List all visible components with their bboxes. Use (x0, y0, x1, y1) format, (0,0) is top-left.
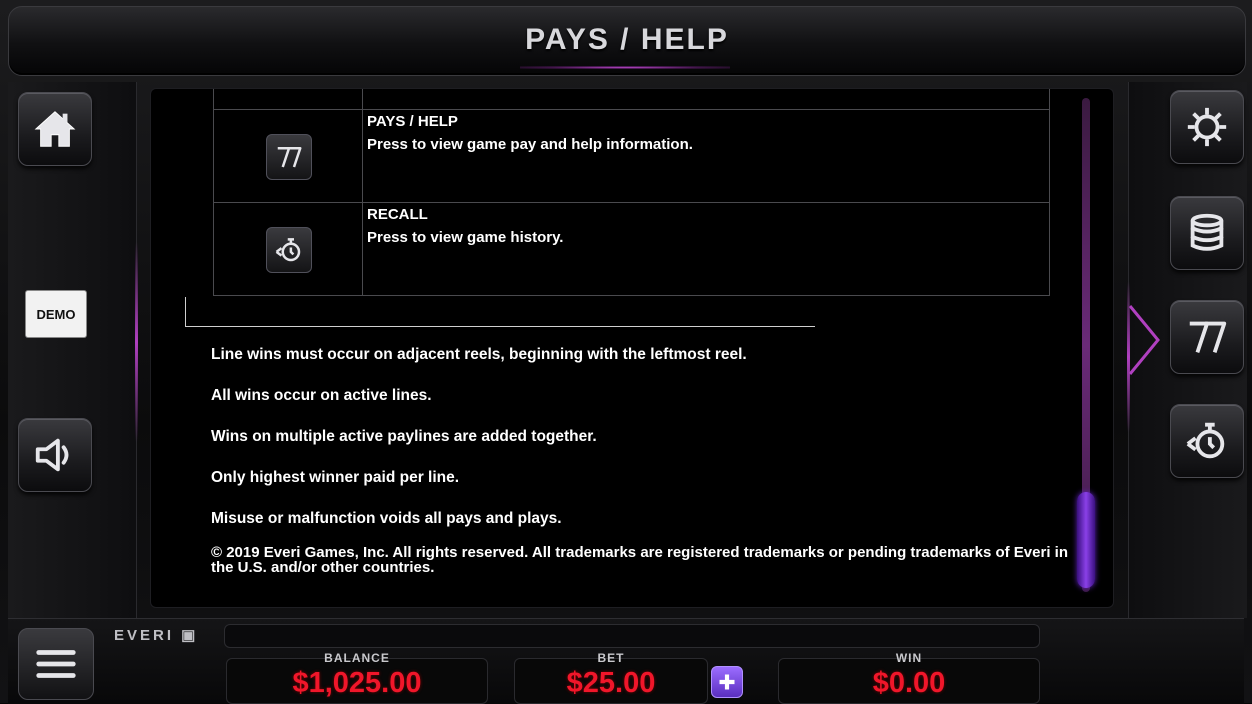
scrollbar-thumb[interactable] (1077, 492, 1095, 588)
settings-button[interactable] (1170, 90, 1244, 164)
demo-badge: DEMO (26, 291, 86, 337)
table-row: PAYS / HELP Press to view game pay and h… (213, 109, 1050, 203)
row-title: RECALL (367, 206, 428, 223)
coin-stack-icon (1190, 213, 1224, 251)
message-bar (224, 624, 1040, 648)
bet-meter: BET $25.00 (514, 651, 708, 704)
balance-label: BALANCE (324, 651, 390, 665)
seven-icon (1189, 321, 1227, 353)
rule-item: Line wins must occur on adjacent reels, … (211, 346, 747, 363)
copyright-notice: © 2019 Everi Games, Inc. All rights rese… (211, 544, 1068, 576)
bet-label: BET (597, 651, 625, 665)
rule-item: All wins occur on active lines. (211, 387, 432, 404)
pays-button[interactable] (1170, 300, 1244, 374)
gear-icon (1187, 107, 1227, 147)
recall-icon (275, 238, 301, 262)
section-divider (185, 326, 815, 327)
logo-text: EVERI (114, 627, 175, 644)
pays-mini-button (266, 134, 312, 180)
sound-button[interactable] (18, 418, 92, 492)
hamburger-menu-icon (36, 650, 76, 678)
chevron-right-icon (1128, 305, 1160, 375)
bet-increase-button[interactable] (711, 666, 743, 698)
win-value: $0.00 (872, 667, 946, 699)
title-glow (520, 66, 730, 69)
speaker-icon (35, 438, 69, 472)
win-label: WIN (895, 651, 923, 665)
help-content-panel: PAYS / HELP Press to view game pay and h… (150, 88, 1114, 608)
row-title: PAYS / HELP (367, 113, 458, 130)
menu-button[interactable] (18, 628, 94, 700)
rules-list: Line wins must occur on adjacent reels, … (211, 345, 1081, 550)
denomination-button[interactable] (1170, 196, 1244, 270)
page-title: PAYS / HELP (525, 23, 729, 56)
plus-icon (719, 674, 735, 690)
balance-value: $1,025.00 (292, 667, 422, 699)
row-description: Press to view game history. (367, 229, 564, 246)
table-row: RECALL Press to view game history. (213, 202, 1050, 296)
everi-logo: EVERI ▣ (114, 627, 199, 644)
seven-icon (277, 147, 302, 168)
rule-item: Only highest winner paid per line. (211, 469, 460, 486)
divider-tick (185, 297, 186, 327)
bet-value: $25.00 (566, 667, 656, 699)
recall-icon (1186, 422, 1225, 459)
recall-button[interactable] (1170, 404, 1244, 478)
help-button-table: PAYS / HELP Press to view game pay and h… (213, 89, 1050, 296)
recall-mini-button (266, 227, 312, 273)
win-meter: WIN $0.00 (778, 651, 1040, 704)
home-button[interactable] (18, 92, 92, 166)
balance-meter: BALANCE $1,025.00 (226, 651, 488, 704)
row-description: Press to view game pay and help informat… (367, 136, 693, 153)
home-icon (34, 111, 76, 147)
rule-item: Wins on multiple active paylines are add… (211, 428, 597, 445)
